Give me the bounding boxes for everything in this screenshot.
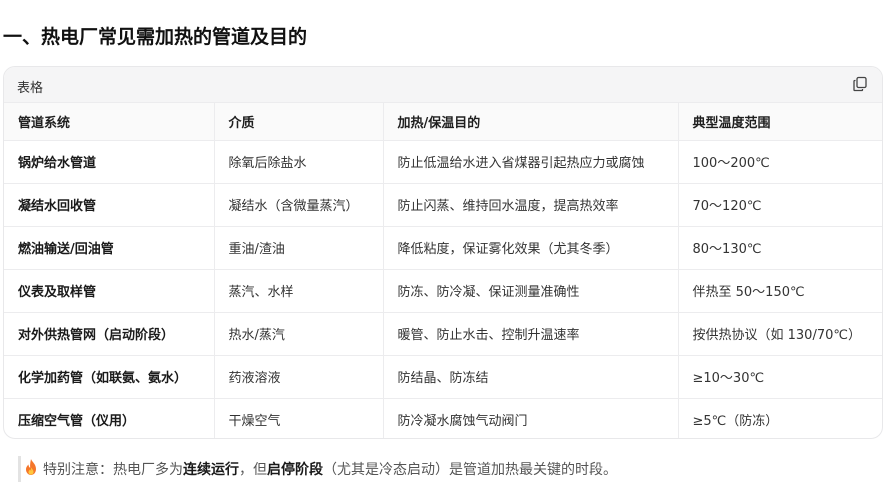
table-cell: 化学加药管（如联氨、氨水） xyxy=(4,355,215,399)
table-cell: 药液溶液 xyxy=(214,355,384,399)
column-header: 介质 xyxy=(214,103,384,141)
table-row: 对外供热管网（启动阶段） 热水/蒸汽 暖管、防止水击、控制升温速率 按供热协议（… xyxy=(4,312,882,356)
copy-icon[interactable] xyxy=(852,76,868,92)
table-cell: 压缩空气管（仪用） xyxy=(4,398,215,438)
column-header: 典型温度范围 xyxy=(678,103,882,141)
table-cell: 防止低温给水进入省煤器引起热应力或腐蚀 xyxy=(383,140,679,184)
table-cell: 干燥空气 xyxy=(214,398,384,438)
table-card: 表格 管道系统 介质 加热/保温目的 典型温度范围 锅炉给水管道 除氧后除盐水 … xyxy=(3,66,883,439)
table-cell: ≥10～30℃ xyxy=(678,355,882,399)
table-cell: 对外供热管网（启动阶段） xyxy=(4,312,215,356)
table-cell: 蒸汽、水样 xyxy=(214,269,384,313)
table-row: 压缩空气管（仪用） 干燥空气 防冷凝水腐蚀气动阀门 ≥5℃（防冻） xyxy=(4,398,882,438)
table-cell: 防冻、防冷凝、保证测量准确性 xyxy=(383,269,679,313)
table-cell: 燃油输送/回油管 xyxy=(4,226,215,270)
page-title: 一、热电厂常见需加热的管道及目的 xyxy=(3,26,308,48)
note-text-prefix: 特别注意：热电厂多为 xyxy=(43,462,183,478)
table-cell: 热水/蒸汽 xyxy=(214,312,384,356)
table-cell: 重油/渣油 xyxy=(214,226,384,270)
table-cell: 凝结水回收管 xyxy=(4,183,215,227)
table-cell: 伴热至 50～150℃ xyxy=(678,269,882,313)
table-cell: 100～200℃ xyxy=(678,140,882,184)
table-cell: 降低粘度，保证雾化效果（尤其冬季） xyxy=(383,226,679,270)
column-header: 管道系统 xyxy=(4,103,215,141)
table-cell: 70～120℃ xyxy=(678,183,882,227)
table-row: 化学加药管（如联氨、氨水） 药液溶液 防结晶、防冻结 ≥10～30℃ xyxy=(4,355,882,399)
fire-icon xyxy=(23,458,39,480)
note-text-middle: ，但 xyxy=(239,462,267,478)
table-cell: 防止闪蒸、维持回水温度，提高热效率 xyxy=(383,183,679,227)
column-header: 加热/保温目的 xyxy=(383,103,679,141)
note-callout: 特别注意：热电厂多为 连续运行 ，但 启停阶段 （尤其是冷态启动）是管道加热最关键的时段… xyxy=(18,456,617,482)
table-row: 锅炉给水管道 除氧后除盐水 防止低温给水进入省煤器引起热应力或腐蚀 100～20… xyxy=(4,140,882,184)
table-cell: 凝结水（含微量蒸汽） xyxy=(214,183,384,227)
table-card-header: 表格 xyxy=(4,67,882,103)
note-text-bold-continuous: 连续运行 xyxy=(183,462,239,478)
table-cell: 锅炉给水管道 xyxy=(4,140,215,184)
table-row: 燃油输送/回油管 重油/渣油 降低粘度，保证雾化效果（尤其冬季） 80～130℃ xyxy=(4,226,882,270)
table-cell: 按供热协议（如 130/70℃） xyxy=(678,312,882,356)
table-cell: 防冷凝水腐蚀气动阀门 xyxy=(383,398,679,438)
table-cell: 仪表及取样管 xyxy=(4,269,215,313)
table-cell: 暖管、防止水击、控制升温速率 xyxy=(383,312,679,356)
table-cell: 除氧后除盐水 xyxy=(214,140,384,184)
note-text-suffix: （尤其是冷态启动）是管道加热最关键的时段。 xyxy=(323,462,617,478)
table-row: 仪表及取样管 蒸汽、水样 防冻、防冷凝、保证测量准确性 伴热至 50～150℃ xyxy=(4,269,882,313)
data-table: 管道系统 介质 加热/保温目的 典型温度范围 锅炉给水管道 除氧后除盐水 防止低… xyxy=(4,103,882,438)
note-text-bold-startstop: 启停阶段 xyxy=(267,462,323,478)
table-header-row: 管道系统 介质 加热/保温目的 典型温度范围 xyxy=(4,103,882,141)
table-cell: 80～130℃ xyxy=(678,226,882,270)
table-cell: ≥5℃（防冻） xyxy=(692,414,779,430)
table-cell: 防结晶、防冻结 xyxy=(383,355,679,399)
table-card-label: 表格 xyxy=(17,81,44,96)
table-row: 凝结水回收管 凝结水（含微量蒸汽） 防止闪蒸、维持回水温度，提高热效率 70～1… xyxy=(4,183,882,227)
